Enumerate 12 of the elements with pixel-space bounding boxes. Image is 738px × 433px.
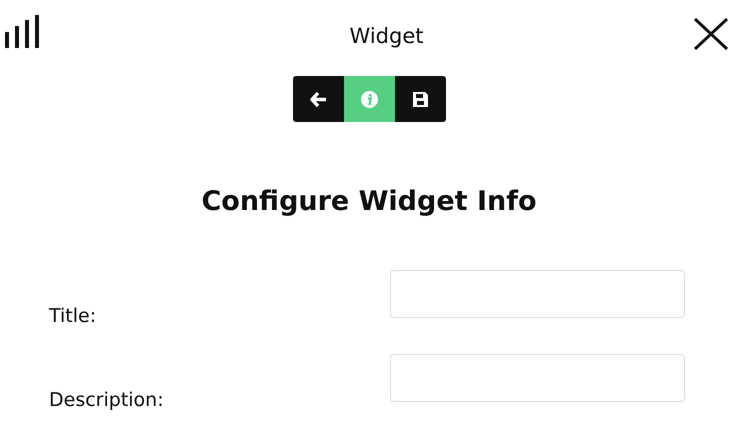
left-arrow-icon (310, 92, 326, 106)
input-field[interactable] (390, 270, 685, 318)
field-label: Title: (49, 305, 96, 327)
back-button[interactable] (292, 76, 344, 122)
form-heading: Configure Widget Info (200, 185, 538, 219)
input-field[interactable] (390, 354, 685, 402)
window-title: Widget (350, 24, 424, 48)
info-icon (360, 90, 378, 108)
save-button[interactable] (394, 76, 446, 122)
field-label: Description: (49, 389, 164, 411)
close-icon[interactable] (694, 18, 728, 50)
signal-bars-icon[interactable] (5, 15, 39, 48)
